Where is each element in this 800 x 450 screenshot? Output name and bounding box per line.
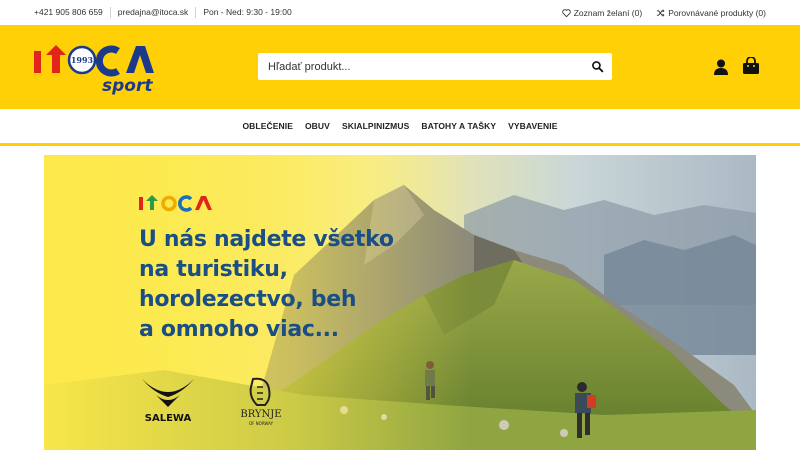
headline-line-1: U nás najdete všetko [139,227,394,252]
nav-item-footwear[interactable]: OBUV [305,121,330,131]
top-bar: +421 905 806 659 predajna@itoca.sk Pon -… [0,0,800,25]
hero-itoca-logo [139,195,212,212]
logo-year: 1993 [71,55,94,65]
hero-headline: U nás najdete všetko na turistiku, horol… [139,225,459,345]
main-navigation: OBLEČENIE OBUV SKIALPINIZMUS BATOHY A TA… [0,109,800,143]
headline-line-4: a omnoho viac... [139,317,339,342]
contact-info: +421 905 806 659 predajna@itoca.sk Pon -… [34,0,299,25]
brynje-logo: BRYNJE OF NORWAY [240,377,282,426]
nav-item-clothing[interactable]: OBLEČENIE [242,121,293,131]
header: 1993 sport [0,25,800,109]
shuffle-icon [657,8,665,17]
email-link[interactable]: predajna@itoca.sk [109,7,196,18]
wishlist-label: Zoznam želaní (0) [573,7,643,18]
brynje-label: BRYNJE [240,409,281,420]
opening-hours: Pon - Ned: 9:30 - 19:00 [195,7,298,18]
search-bar [258,53,612,80]
shopping-bag-icon[interactable] [742,57,760,75]
brynje-sub-label: OF NORWAY [249,421,274,426]
nav-item-equipment[interactable]: VYBAVENIE [508,121,557,131]
search-icon[interactable] [591,60,604,73]
user-icon[interactable] [714,59,728,75]
nav-divider [0,143,800,146]
compare-label: Porovnávané produkty (0) [668,7,766,18]
wishlist-link[interactable]: Zoznam želaní (0) [561,7,643,18]
headline-line-3: horolezectvo, beh [139,287,357,312]
top-links: Zoznam želaní (0) Porovnávané produkty (… [561,0,766,25]
salewa-label: SALEWA [145,413,192,423]
logo-sport-text: sport [102,76,153,95]
headline-line-2: na turistiku, [139,257,288,282]
hero-banner[interactable]: U nás najdete všetko na turistiku, horol… [44,155,756,450]
itoca-sport-logo[interactable]: 1993 sport [32,41,167,95]
compare-link[interactable]: Porovnávané produkty (0) [656,8,766,18]
phone-link[interactable]: +421 905 806 659 [34,7,110,18]
search-input[interactable] [258,53,578,80]
heart-icon [561,8,571,17]
salewa-logo: SALEWA [142,379,194,423]
nav-item-ski-touring[interactable]: SKIALPINIZMUS [342,121,409,131]
nav-item-backpacks-bags[interactable]: BATOHY A TAŠKY [421,121,496,131]
